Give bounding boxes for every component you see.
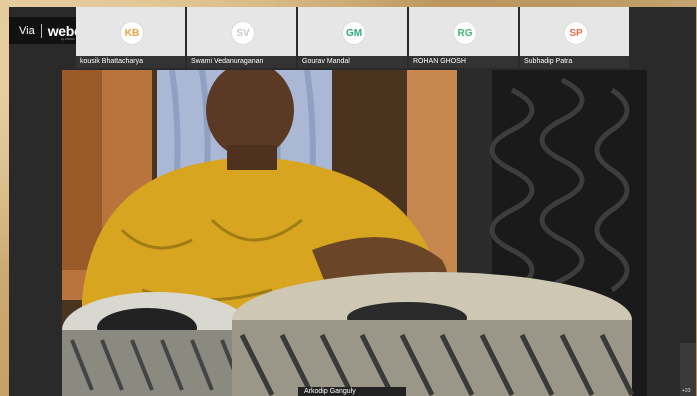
participant-name: Subhadip Patra — [520, 56, 629, 68]
brand-divider — [40, 23, 42, 38]
avatar-initials: KB — [124, 27, 140, 39]
avatar: GM — [342, 21, 366, 45]
participant-strip: KB kousik Bhattacharya SV Swami Vedanura… — [76, 7, 629, 68]
avatar-initials: SP — [569, 27, 583, 39]
avatar-initials: GM — [345, 27, 363, 39]
participant-tile[interactable]: SP Subhadip Patra — [520, 7, 629, 68]
avatar: SV — [231, 21, 255, 45]
brand-sub: by CISCO — [61, 37, 75, 41]
main-video-feed[interactable] — [62, 70, 647, 396]
avatar-initials: SV — [236, 27, 250, 39]
participant-tile[interactable]: RG ROHAN GHOSH — [409, 7, 518, 68]
participant-name: ROHAN GHOSH — [409, 56, 518, 68]
overflow-count: +33 — [682, 388, 691, 394]
participant-name: Gourav Mandal — [298, 56, 407, 68]
participant-name: Swami Vedanuraganan — [187, 56, 296, 68]
participant-tile[interactable]: SV Swami Vedanuraganan — [187, 7, 296, 68]
brand-via: Via — [19, 24, 35, 37]
participant-tile[interactable]: GM Gourav Mandal — [298, 7, 407, 68]
avatar: SP — [564, 21, 588, 45]
participant-name: kousik Bhattacharya — [76, 56, 185, 68]
participant-tile[interactable]: KB kousik Bhattacharya — [76, 7, 185, 68]
avatar: KB — [120, 21, 144, 45]
video-scene — [62, 70, 647, 396]
avatar: RG — [453, 21, 477, 45]
active-speaker-name: Arkodip Ganguly — [298, 387, 406, 396]
avatar-initials: RG — [457, 27, 473, 39]
